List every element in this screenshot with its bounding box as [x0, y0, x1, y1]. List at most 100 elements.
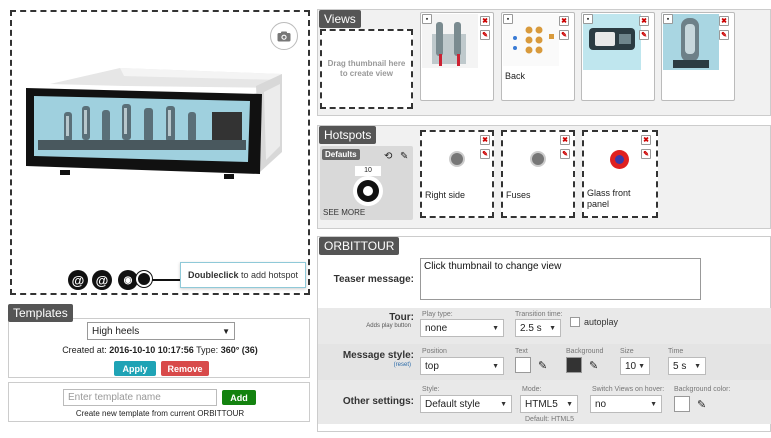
position-value: top	[425, 360, 439, 372]
teaser-label: Teaser message:	[333, 274, 414, 285]
size-caption: Size	[620, 348, 634, 355]
play-type-caption: Play type:	[422, 311, 453, 318]
delete-icon[interactable]: ✖	[480, 135, 490, 145]
background-color-swatch[interactable]	[566, 357, 582, 373]
mode-select[interactable]: HTML5 ▼	[520, 395, 578, 413]
other-settings-label: Other settings:	[342, 396, 414, 407]
see-more-link[interactable]: SEE MORE	[323, 208, 365, 217]
add-hotspot-hint: Doubleclick to add hotspot	[180, 262, 306, 288]
play-type-value: none	[425, 322, 448, 334]
background-color-swatch[interactable]	[674, 396, 690, 412]
orbittour-title: ORBITTOUR	[319, 237, 400, 255]
template-name-input[interactable]: Enter template name	[63, 389, 217, 406]
pencil-icon[interactable]: ✎	[538, 359, 547, 372]
switch-views-select[interactable]: no ▼	[590, 395, 662, 413]
delete-icon[interactable]: ✖	[641, 135, 651, 145]
style-caption: Style:	[422, 386, 440, 393]
delete-icon[interactable]: ✖	[560, 135, 570, 145]
edit-icon[interactable]: ✎	[480, 30, 490, 40]
mode-default-note: Default: HTML5	[525, 416, 575, 423]
edit-icon[interactable]: ✎	[560, 149, 570, 159]
image-icon: ▪	[583, 14, 593, 24]
camera-button[interactable]	[270, 22, 298, 50]
pencil-icon[interactable]: ✎	[697, 398, 706, 411]
edit-icon[interactable]: ✎	[480, 149, 490, 159]
autoplay-checkbox[interactable]	[570, 317, 580, 327]
type-value: 360° (36)	[220, 345, 258, 355]
hotspots-title: Hotspots	[319, 126, 377, 144]
switch-views-value: no	[595, 398, 607, 410]
switch-views-caption: Switch Views on hover:	[592, 386, 665, 393]
rotation-slider-handle[interactable]	[136, 271, 152, 287]
mode-value: HTML5	[525, 398, 558, 410]
defaults-badge: Defaults	[322, 149, 360, 160]
transition-caption: Transition time:	[515, 311, 563, 318]
chevron-down-icon: ▼	[638, 362, 645, 370]
type-label: Type:	[196, 345, 219, 355]
new-template-caption: Create new template from current ORBITTO…	[75, 409, 245, 418]
pencil-icon[interactable]: ✎	[589, 359, 598, 372]
chevron-down-icon: ▼	[549, 324, 556, 332]
message-style-reset-link[interactable]: (reset)	[320, 362, 411, 368]
delete-icon[interactable]: ✖	[559, 16, 569, 26]
templates-title: Templates	[8, 304, 73, 322]
hotspot-label: Fuses	[506, 190, 531, 200]
dropzone-text: Drag thumbnail here to create view	[327, 58, 406, 78]
image-icon: ▪	[422, 14, 432, 24]
edit-icon[interactable]: ✎	[400, 151, 408, 162]
style-select[interactable]: Default style ▼	[420, 395, 512, 413]
amplifier-image	[26, 68, 282, 179]
position-caption: Position	[422, 348, 447, 355]
template-select-value: High heels	[92, 325, 140, 337]
chevron-down-icon: ▼	[650, 400, 657, 408]
text-color-caption: Text	[515, 348, 528, 355]
views-title: Views	[319, 10, 361, 28]
rotate-left-icon: @	[71, 272, 85, 288]
time-value: 5 s	[673, 360, 687, 372]
apply-button[interactable]: Apply	[114, 361, 156, 376]
hint-bold: Doubleclick	[187, 270, 239, 280]
size-value: 10	[625, 360, 637, 372]
image-icon: ▪	[663, 14, 673, 24]
edit-icon[interactable]: ✎	[639, 30, 649, 40]
hotspot-marker	[530, 151, 546, 167]
reset-icon[interactable]: ⟲	[384, 151, 392, 162]
tour-sub: Adds play button	[366, 323, 411, 329]
time-caption: Time	[668, 348, 684, 355]
chevron-down-icon: ▼	[566, 400, 573, 408]
edit-icon[interactable]: ✎	[719, 30, 729, 40]
hotspot-marker	[449, 151, 465, 167]
chevron-down-icon: ▼	[694, 362, 701, 370]
style-value: Default style	[425, 398, 481, 410]
hotspot-marker	[610, 150, 629, 169]
message-style-label: Message style:	[342, 350, 414, 361]
teaser-message-input[interactable]: Click thumbnail to change view	[420, 258, 701, 300]
rotate-right-icon: @	[95, 272, 109, 288]
text-color-swatch[interactable]	[515, 357, 531, 373]
edit-icon[interactable]: ✎	[641, 149, 651, 159]
time-select[interactable]: 5 s ▼	[668, 357, 706, 375]
add-template-button[interactable]: Add	[222, 390, 256, 405]
rotate-left-button[interactable]: @	[68, 270, 88, 290]
remove-button[interactable]: Remove	[161, 361, 209, 376]
template-select[interactable]: High heels ▼	[87, 322, 235, 340]
delete-icon[interactable]: ✖	[639, 16, 649, 26]
mode-caption: Mode:	[522, 386, 542, 393]
hint-text: to add hotspot	[238, 270, 299, 280]
view-label: Back	[505, 71, 526, 81]
chevron-down-icon: ▼	[492, 362, 499, 370]
size-select[interactable]: 10 ▼	[620, 357, 650, 375]
tour-label: Tour:	[389, 312, 414, 323]
transition-select[interactable]: 2.5 s ▼	[515, 319, 561, 337]
create-view-dropzone[interactable]: Drag thumbnail here to create view	[320, 29, 413, 109]
chevron-down-icon: ▼	[500, 400, 507, 408]
edit-icon[interactable]: ✎	[559, 30, 569, 40]
delete-icon[interactable]: ✖	[719, 16, 729, 26]
rotate-right-button[interactable]: @	[92, 270, 112, 290]
image-icon: ▪	[503, 14, 513, 24]
delete-icon[interactable]: ✖	[480, 16, 490, 26]
play-type-select[interactable]: none ▼	[420, 319, 504, 337]
hotspot-label: Glass front panel	[587, 188, 631, 209]
default-hotspot-marker	[353, 176, 383, 206]
position-select[interactable]: top ▼	[420, 357, 504, 375]
